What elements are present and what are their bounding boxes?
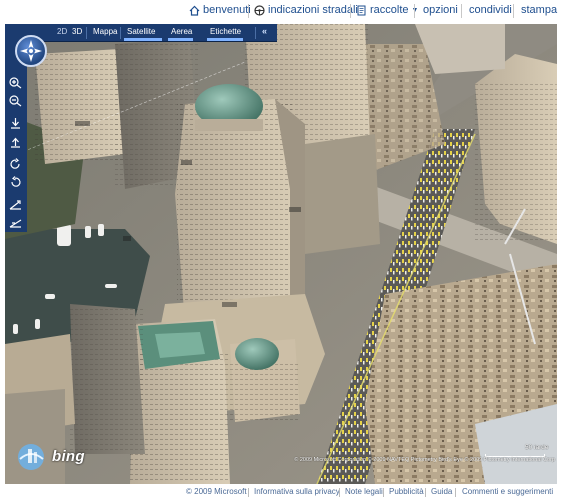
rotate-counterclockwise-icon[interactable] [8, 176, 23, 189]
active-view-indicator [168, 38, 193, 41]
bar-divider [120, 27, 121, 39]
collections-icon [357, 5, 366, 15]
share-link[interactable]: condividi [469, 4, 512, 16]
nav-divider [414, 4, 415, 18]
footer-divider [383, 488, 384, 497]
aerial-imagery[interactable] [5, 24, 557, 484]
aerial-view-tab[interactable]: Aerea [171, 27, 192, 36]
top-nav: benvenuti indicazioni stradali raccolte … [0, 0, 566, 24]
footer-privacy-link[interactable]: Informativa sulla privacy [254, 487, 340, 496]
directions-link[interactable]: indicazioni stradali [254, 4, 358, 16]
compass-icon [20, 40, 42, 62]
tilt-up-icon[interactable] [8, 135, 23, 148]
footer: © 2009 Microsoft Informativa sulla priva… [0, 486, 566, 500]
mode-3d-button[interactable]: 3D [72, 27, 82, 36]
zoom-out-icon[interactable] [8, 94, 23, 107]
footer-help-link[interactable]: Guida [431, 487, 452, 496]
chevron-down-icon: ▼ [411, 6, 419, 14]
collections-link[interactable]: raccolte ▼ [356, 4, 418, 16]
footer-feedback-link[interactable]: Commenti e suggerimenti [462, 487, 553, 496]
map-view[interactable]: 2D 3D Mappa Satellite Aerea Etichette « [5, 24, 557, 484]
street-label [75, 121, 90, 126]
satellite-view-tab[interactable]: Satellite [127, 27, 155, 36]
angle-icon[interactable] [8, 216, 23, 229]
footer-ads-link[interactable]: Pubblicità [389, 487, 424, 496]
footer-legal-link[interactable]: Note legali [345, 487, 383, 496]
tilt-down-icon[interactable] [8, 117, 23, 130]
welcome-link[interactable]: benvenuti [189, 4, 251, 16]
options-label: opzioni [423, 4, 458, 16]
bar-divider [86, 27, 87, 39]
street-label [181, 160, 192, 165]
labels-toggle[interactable]: Etichette [210, 27, 241, 36]
footer-divider [425, 488, 426, 497]
print-link[interactable]: stampa [521, 4, 557, 16]
copper-dome-small [235, 338, 279, 370]
active-view-indicator [124, 38, 162, 41]
imagery-copyright: © 2009 Microsoft Corporation © 2009 NAVT… [294, 457, 555, 463]
compass-control[interactable] [15, 35, 47, 67]
page: benvenuti indicazioni stradali raccolte … [0, 0, 566, 500]
print-label: stampa [521, 4, 558, 16]
street-label [222, 302, 237, 307]
directions-label: indicazioni stradali [268, 4, 358, 16]
bing-globe-icon [18, 444, 44, 470]
bing-wordmark: bing [52, 447, 85, 465]
scale-label: 50 iarde [525, 444, 549, 451]
nav-divider [248, 4, 249, 18]
rotate-clockwise-icon[interactable] [8, 158, 23, 171]
street-label [123, 236, 132, 241]
options-link[interactable]: opzioni [423, 4, 458, 16]
footer-divider [248, 488, 249, 497]
zoom-in-icon[interactable] [8, 76, 23, 89]
mode-2d-button[interactable]: 2D [57, 27, 67, 36]
bar-divider [255, 27, 256, 39]
home-icon [189, 5, 200, 16]
road-view-tab[interactable]: Mappa [93, 27, 117, 36]
nav-divider [513, 4, 514, 18]
collapse-bar-button[interactable]: « [262, 26, 267, 36]
tower-center-north-side [305, 134, 380, 254]
steering-wheel-icon [254, 4, 265, 16]
bing-logo: bing [15, 441, 85, 471]
footer-copyright: © 2009 Microsoft [186, 487, 247, 496]
tilt-icon[interactable] [8, 198, 23, 211]
share-label: condividi [469, 4, 512, 16]
active-view-indicator [207, 38, 243, 41]
collections-label: raccolte [370, 4, 409, 16]
footer-divider [339, 488, 340, 497]
nav-divider [461, 4, 462, 18]
street-label [289, 207, 302, 212]
map-mode-bar: 2D 3D Mappa Satellite Aerea Etichette « [5, 24, 277, 42]
nav-divider [350, 4, 351, 18]
welcome-label: benvenuti [203, 4, 251, 16]
footer-divider [455, 488, 456, 497]
